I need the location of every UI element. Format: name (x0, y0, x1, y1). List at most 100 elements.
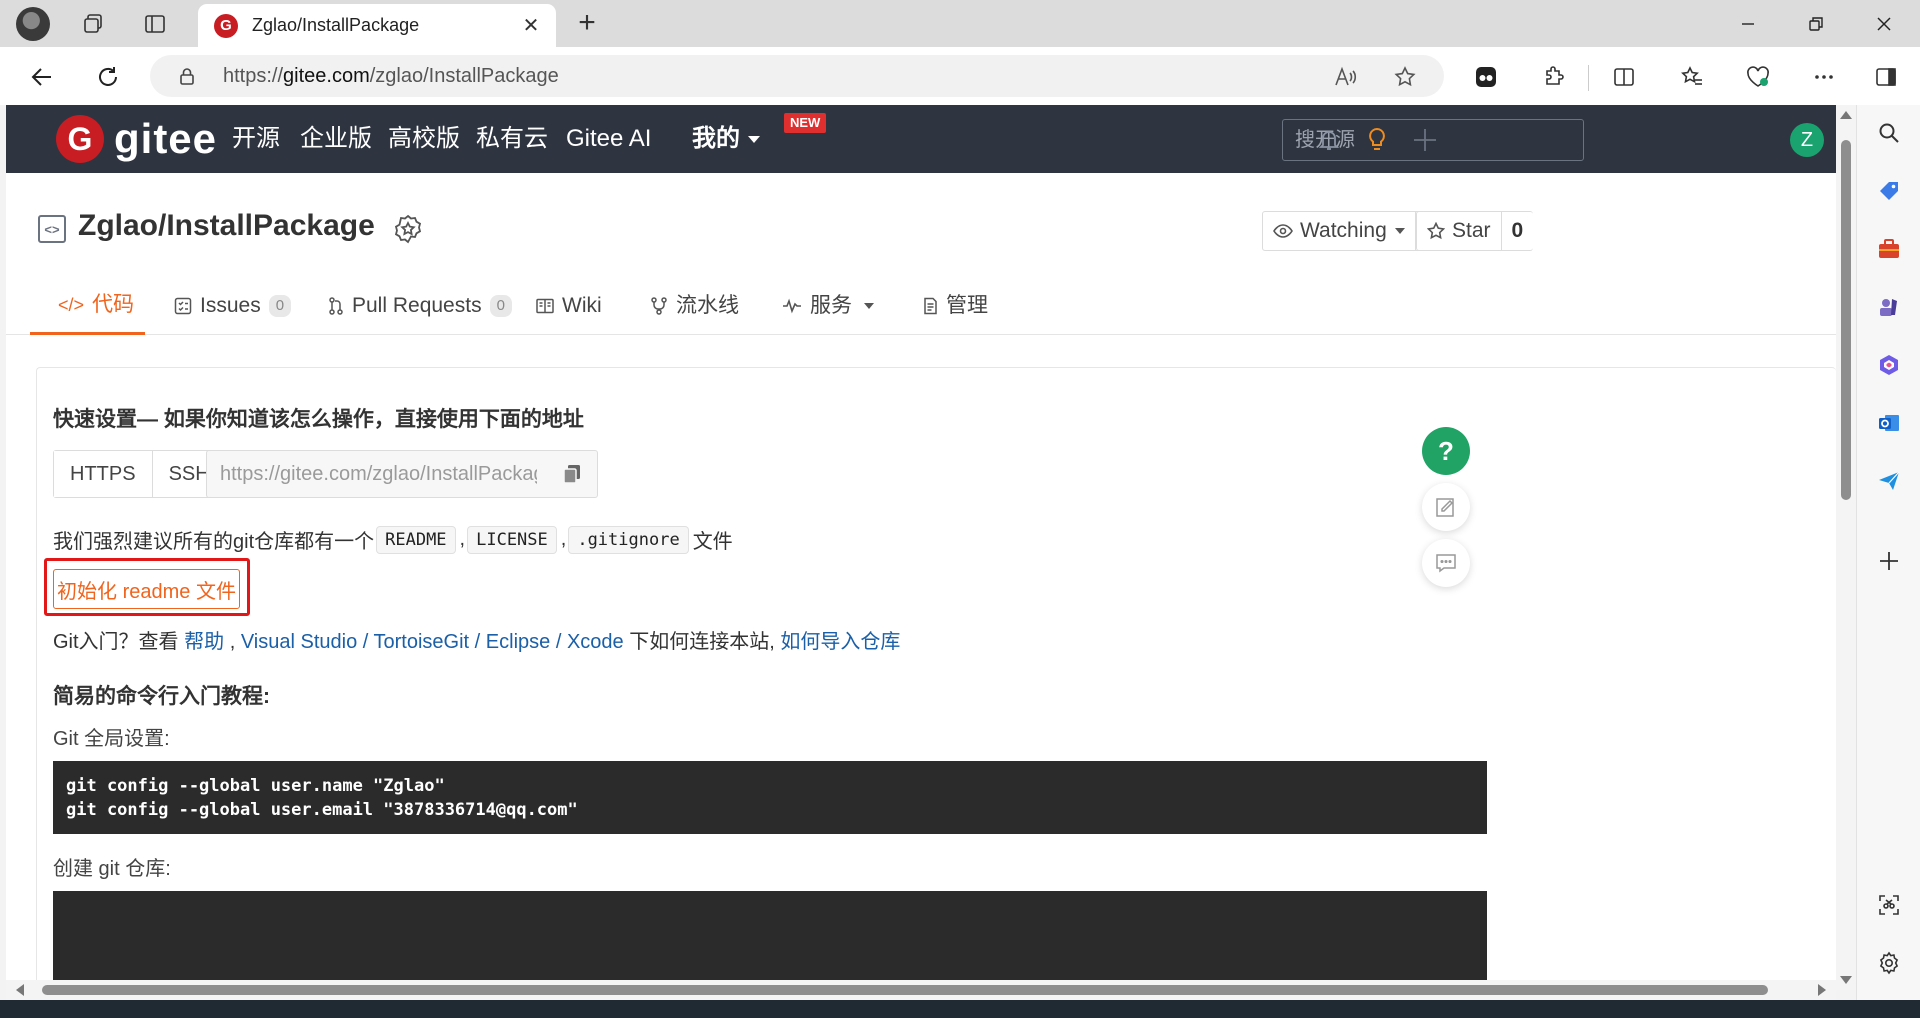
tortoisegit-link[interactable]: TortoiseGit (374, 631, 470, 653)
nav-enterprise[interactable]: 企业版 (300, 105, 372, 173)
gitee-logo-icon: G (56, 115, 104, 163)
address-bar[interactable]: https://gitee.com/zglao/InstallPackage (150, 55, 1444, 97)
extension-app-icon[interactable] (1470, 61, 1502, 93)
nav-gitee-ai[interactable]: Gitee AI (566, 105, 651, 173)
outlook-icon[interactable] (1875, 409, 1903, 437)
more-options-icon[interactable] (1808, 61, 1840, 93)
screenshot-icon[interactable] (1875, 891, 1903, 919)
taskbar (0, 1000, 1920, 1018)
search-icon[interactable] (1875, 119, 1903, 147)
scroll-thumb-horizontal[interactable] (42, 985, 1768, 995)
favorite-star-icon[interactable] (1392, 64, 1418, 90)
tab-code[interactable]: </> 代码 (30, 277, 145, 335)
browser-toolbar: https://gitee.com/zglao/InstallPackage (0, 47, 1920, 105)
edge-sidebar (1856, 105, 1920, 1005)
nav-private-cloud[interactable]: 私有云 (476, 105, 548, 173)
clone-url-input[interactable] (207, 451, 537, 497)
nav-mine[interactable]: 我的 (692, 105, 760, 173)
scroll-left-arrow[interactable] (16, 984, 24, 996)
chevron-down-icon (748, 136, 760, 144)
settings-doc-icon (924, 297, 937, 315)
browser-essentials-icon[interactable] (1742, 61, 1774, 93)
tab-issues[interactable]: Issues 0 (174, 277, 292, 335)
profile-avatar[interactable] (16, 7, 50, 41)
tab-actions-icon[interactable] (140, 9, 170, 39)
feedback-button[interactable] (1422, 483, 1470, 531)
close-tab-icon[interactable]: ✕ (518, 12, 544, 38)
send-icon[interactable] (1875, 467, 1903, 495)
games-icon[interactable] (1875, 293, 1903, 321)
back-arrow-icon[interactable] (24, 59, 60, 95)
minimize-button[interactable] (1720, 6, 1776, 42)
visual-studio-link[interactable]: Visual Studio (241, 631, 357, 653)
tab-pipeline[interactable]: 流水线 (650, 277, 739, 335)
issues-icon (174, 297, 192, 315)
clone-url-box (206, 450, 598, 498)
scroll-right-arrow[interactable] (1818, 984, 1826, 996)
refresh-icon[interactable] (90, 59, 126, 95)
xcode-link[interactable]: Xcode (567, 631, 624, 653)
new-tab-button[interactable]: + (572, 8, 602, 39)
tab-title: Zglao/InstallPackage (252, 15, 420, 35)
nav-university[interactable]: 高校版 (388, 105, 460, 173)
workspaces-icon[interactable] (78, 9, 108, 39)
browser-tab-strip: G Zglao/InstallPackage ✕ + (0, 0, 1920, 47)
help-link[interactable]: 帮助 (184, 631, 224, 653)
nav-open-source[interactable]: 开源 (232, 105, 280, 173)
gitee-favicon-icon: G (214, 13, 238, 38)
extensions-puzzle-icon[interactable] (1538, 61, 1570, 93)
copilot-icon[interactable] (1875, 351, 1903, 379)
sidebar-toggle-icon[interactable] (1870, 61, 1902, 93)
copy-icon[interactable] (561, 463, 583, 485)
shopping-tag-icon[interactable] (1875, 177, 1903, 205)
lightbulb-icon[interactable] (1362, 125, 1392, 155)
user-avatar[interactable]: Z (1790, 123, 1824, 157)
import-repo-link[interactable]: 如何导入仓库 (780, 631, 900, 653)
read-aloud-icon[interactable] (1332, 64, 1358, 90)
watching-button[interactable]: Watching (1263, 212, 1416, 250)
tab-wiki[interactable]: Wiki (536, 277, 602, 335)
eye-icon (1273, 224, 1293, 238)
split-screen-icon[interactable] (1608, 61, 1640, 93)
url-text[interactable]: https://gitee.com/zglao/InstallPackage (223, 65, 559, 88)
star-button-group: Star 0 (1416, 211, 1534, 251)
help-button[interactable]: ? (1422, 427, 1470, 475)
scroll-down-arrow[interactable] (1840, 976, 1852, 984)
license-chip: LICENSE (467, 525, 557, 554)
active-browser-tab[interactable]: G Zglao/InstallPackage ✕ (198, 4, 556, 47)
new-badge: NEW (784, 113, 827, 133)
lock-icon[interactable] (178, 67, 196, 85)
star-button[interactable]: Star (1417, 212, 1502, 250)
pipeline-icon (651, 297, 667, 315)
gitee-logo[interactable]: G gitee (56, 115, 217, 163)
star-icon (1427, 222, 1445, 240)
repo-title[interactable]: Zglao/InstallPackage (78, 209, 375, 243)
chat-button[interactable] (1422, 539, 1470, 587)
eclipse-link[interactable]: Eclipse (486, 631, 550, 653)
tab-services[interactable]: 服务 (782, 277, 874, 335)
git-intro-text: Git入门？查看 帮助 , Visual Studio / TortoiseGi… (53, 631, 901, 653)
tab-pull-requests[interactable]: Pull Requests 0 (328, 277, 512, 335)
bell-icon[interactable] (1314, 125, 1344, 155)
code-icon: </> (58, 294, 85, 315)
restore-button[interactable] (1788, 6, 1844, 42)
tab-manage[interactable]: 管理 (922, 277, 988, 335)
repo-tabs: </> 代码 Issues 0 Pull Requests 0 Wiki 流水线 服务… (6, 277, 1836, 335)
scroll-thumb[interactable] (1841, 140, 1851, 500)
https-option[interactable]: HTTPS (54, 451, 152, 497)
star-count[interactable]: 0 (1502, 212, 1534, 250)
add-sidebar-app-icon[interactable] (1875, 547, 1903, 575)
recommend-badge-icon[interactable] (392, 213, 424, 245)
settings-gear-icon[interactable] (1875, 949, 1903, 977)
plus-icon[interactable] (1410, 125, 1440, 155)
favorites-icon[interactable] (1676, 61, 1708, 93)
horizontal-scrollbar[interactable] (6, 980, 1836, 1000)
init-readme-button[interactable]: 初始化 readme 文件 (53, 569, 240, 609)
global-config-code: git config --global user.name "Zglao" gi… (53, 761, 1487, 834)
close-window-button[interactable] (1856, 6, 1912, 42)
tools-icon[interactable] (1875, 235, 1903, 263)
protocol-switch: HTTPS SSH (53, 450, 227, 498)
vertical-scrollbar[interactable] (1836, 105, 1856, 990)
gitignore-chip: .gitignore (568, 525, 689, 554)
scroll-up-arrow[interactable] (1840, 111, 1852, 119)
